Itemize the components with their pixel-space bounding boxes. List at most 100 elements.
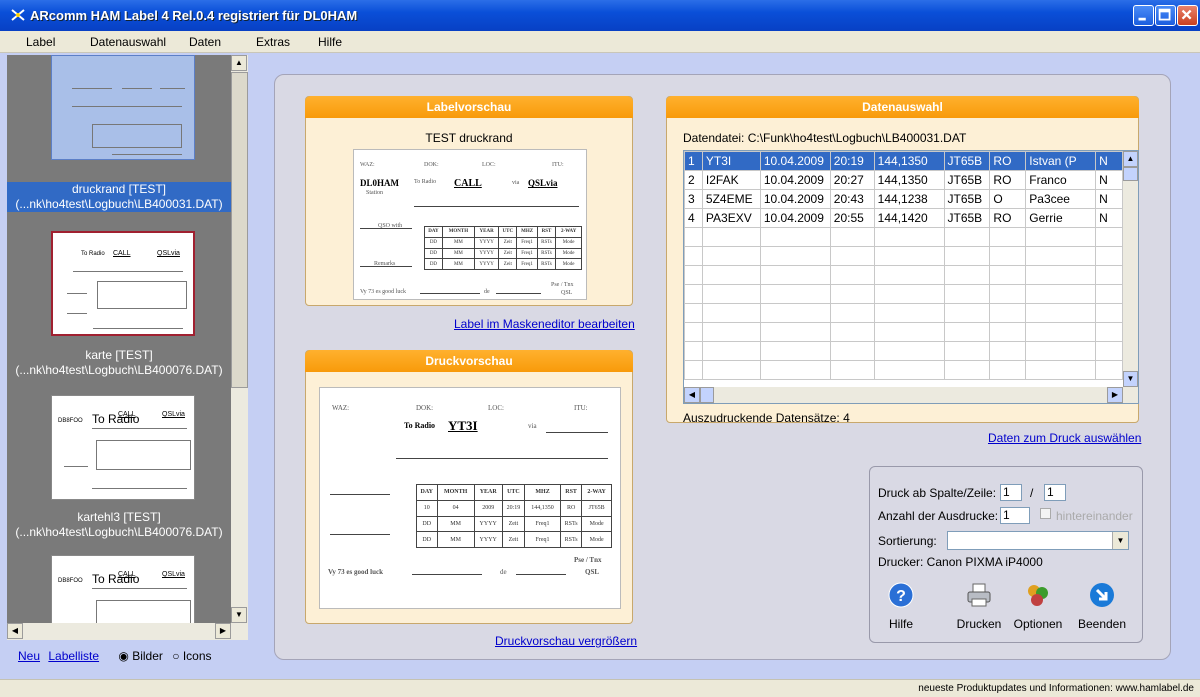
table-cell[interactable] (873, 341, 945, 361)
table-cell[interactable] (1095, 284, 1123, 304)
table-cell[interactable] (943, 246, 991, 266)
table-cell[interactable] (701, 227, 761, 247)
table-cell[interactable]: 144,1420 (873, 208, 945, 228)
table-cell[interactable] (943, 322, 991, 342)
table-cell[interactable] (873, 360, 945, 380)
table-cell[interactable]: RO (989, 208, 1027, 228)
table-cell[interactable]: N (1095, 189, 1123, 209)
table-cell[interactable] (943, 227, 991, 247)
table-cell[interactable] (1095, 360, 1123, 380)
scroll-down-icon[interactable]: ▼ (231, 607, 247, 623)
edit-label-link[interactable]: Label im Maskeneditor bearbeiten (454, 317, 635, 331)
table-cell[interactable] (943, 360, 991, 380)
table-cell[interactable] (684, 341, 703, 361)
table-hscroll-thumb[interactable] (700, 387, 714, 403)
table-cell[interactable]: 3 (684, 189, 703, 209)
table-cell[interactable] (989, 303, 1027, 323)
table-cell[interactable] (684, 265, 703, 285)
thumbnail-partial[interactable]: DB8FOO To Radio CALL QSLvia (51, 555, 195, 623)
table-scroll-down-icon[interactable]: ▼ (1123, 371, 1138, 387)
table-cell[interactable]: 144,1238 (873, 189, 945, 209)
table-cell[interactable]: RO (989, 170, 1027, 190)
table-cell[interactable] (759, 341, 831, 361)
table-cell[interactable] (829, 227, 875, 247)
table-row[interactable] (684, 360, 1123, 380)
table-cell[interactable] (684, 246, 703, 266)
table-cell[interactable] (873, 265, 945, 285)
table-cell[interactable] (759, 227, 831, 247)
thumbnail-path-kartehl3[interactable]: (...nk\ho4test\Logbuch\LB400076.DAT) (7, 525, 231, 540)
table-cell[interactable] (873, 322, 945, 342)
table-scroll-up-icon[interactable]: ▲ (1123, 151, 1138, 167)
neu-link[interactable]: Neu (18, 649, 40, 663)
table-cell[interactable] (701, 303, 761, 323)
table-cell[interactable]: 20:19 (829, 151, 875, 171)
table-cell[interactable] (989, 322, 1027, 342)
table-cell[interactable] (829, 360, 875, 380)
table-scroll-thumb[interactable] (1123, 167, 1138, 181)
thumbnail-path-karte[interactable]: (...nk\ho4test\Logbuch\LB400076.DAT) (7, 363, 231, 378)
table-row[interactable] (684, 341, 1123, 361)
table-cell[interactable] (989, 341, 1027, 361)
table-cell[interactable] (1025, 341, 1097, 361)
hintereinander-checkbox[interactable] (1040, 508, 1051, 519)
minimize-button[interactable] (1133, 5, 1154, 26)
table-cell[interactable] (989, 265, 1027, 285)
table-cell[interactable] (873, 303, 945, 323)
table-cell[interactable]: 144,1350 (873, 170, 945, 190)
table-cell[interactable]: 20:55 (829, 208, 875, 228)
table-row[interactable]: 2 I2FAK 10.04.2009 20:27 144,1350 JT65B RO Fran… (684, 170, 1123, 190)
table-cell[interactable] (829, 303, 875, 323)
table-cell[interactable] (989, 284, 1027, 304)
table-cell[interactable] (829, 265, 875, 285)
table-cell[interactable] (701, 360, 761, 380)
close-button[interactable] (1177, 5, 1198, 26)
optionen-button[interactable]: Optionen (1010, 582, 1066, 631)
table-row[interactable] (684, 303, 1123, 323)
table-cell[interactable]: 10.04.2009 (759, 189, 831, 209)
table-cell[interactable]: 10.04.2009 (759, 208, 831, 228)
table-cell[interactable]: 144,1350 (873, 151, 945, 171)
table-cell[interactable]: 4 (684, 208, 703, 228)
thumbnail-label-kartehl3[interactable]: kartehl3 [TEST] (7, 510, 231, 525)
table-cell[interactable] (701, 246, 761, 266)
table-cell[interactable] (1095, 303, 1123, 323)
table-cell[interactable] (1025, 246, 1097, 266)
table-cell[interactable] (701, 265, 761, 285)
table-cell[interactable]: O (989, 189, 1027, 209)
thumbnail-horizontal-scrollbar[interactable]: ◀ ▶ (7, 623, 248, 640)
table-cell[interactable] (684, 360, 703, 380)
table-cell[interactable] (759, 322, 831, 342)
table-cell[interactable]: 2 (684, 170, 703, 190)
table-row[interactable] (684, 284, 1123, 304)
table-cell[interactable]: 10.04.2009 (759, 151, 831, 171)
table-cell[interactable]: RO (989, 151, 1027, 171)
table-cell[interactable] (701, 322, 761, 342)
drucken-button[interactable]: Drucken (954, 582, 1004, 631)
table-cell[interactable] (759, 303, 831, 323)
table-cell[interactable]: Istvan (P (1025, 151, 1097, 171)
table-cell[interactable] (684, 284, 703, 304)
table-row[interactable]: 1 YT3I 10.04.2009 20:19 144,1350 JT65B RO Istva… (684, 151, 1123, 171)
table-cell[interactable]: JT65B (943, 151, 991, 171)
thumbnail-kartehl3[interactable]: DB8FOO To Radio CALL QSLvia (51, 395, 195, 500)
table-cell[interactable]: 20:43 (829, 189, 875, 209)
table-cell[interactable] (989, 246, 1027, 266)
table-cell[interactable] (701, 284, 761, 304)
table-cell[interactable]: JT65B (943, 189, 991, 209)
table-cell[interactable] (1025, 360, 1097, 380)
bilder-radio[interactable]: ◉ Bilder (118, 649, 163, 663)
table-cell[interactable]: 20:27 (829, 170, 875, 190)
table-cell[interactable] (873, 227, 945, 247)
sort-select[interactable]: ▼ (947, 531, 1129, 550)
table-vertical-scrollbar[interactable]: ▲ ▼ (1123, 151, 1138, 387)
table-cell[interactable] (1025, 322, 1097, 342)
table-cell[interactable] (873, 284, 945, 304)
table-cell[interactable]: JT65B (943, 208, 991, 228)
thumbnail-list[interactable]: druckrand [TEST] (...nk\ho4test\Logbuch\… (7, 55, 231, 623)
table-cell[interactable]: PA3EXV (701, 208, 761, 228)
table-cell[interactable] (1025, 284, 1097, 304)
scroll-right-icon[interactable]: ▶ (215, 623, 231, 639)
thumbnail-label-druckrand[interactable]: druckrand [TEST] (7, 182, 231, 197)
table-cell[interactable] (1095, 227, 1123, 247)
